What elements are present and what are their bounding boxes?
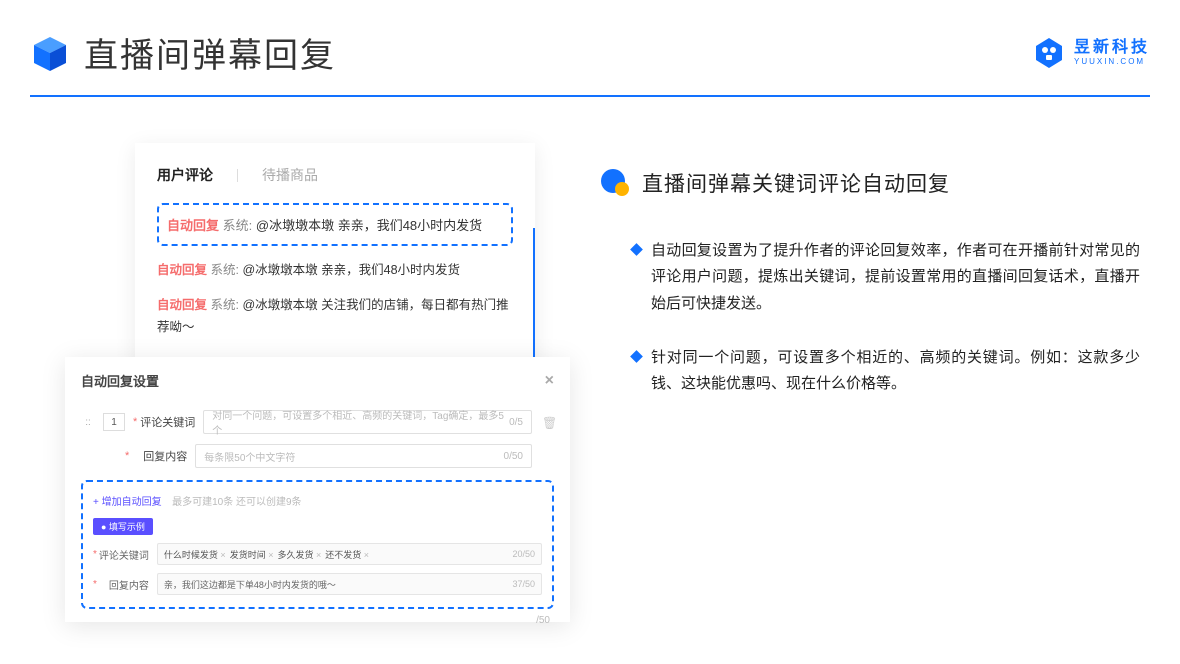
bullet-text: 自动回复设置为了提升作者的评论回复效率，作者可在开播前针对常见的评论用户问题，提… — [651, 238, 1140, 317]
close-icon[interactable]: × — [545, 372, 554, 390]
rule-index: 1 — [103, 413, 125, 431]
char-count: 0/50 — [504, 451, 523, 462]
brand-name-en: YUUXIN.COM — [1074, 58, 1150, 66]
comment-row: 自动回复 系统: @冰墩墩本墩 关注我们的店铺，每日都有热门推荐呦～ — [157, 295, 513, 338]
bullet-text: 针对同一个问题，可设置多个相近的、高频的关键词。例如：这款多少钱、这块能优惠吗、… — [651, 345, 1140, 398]
reply-body: @冰墩墩本墩 亲亲，我们48小时内发货 — [256, 218, 482, 233]
reply-input[interactable]: 每条限50个中文字符 0/50 — [195, 444, 532, 468]
add-rule-hint: 最多可建10条 还可以创建9条 — [172, 497, 301, 508]
keyword-label: 评论关键词 — [139, 414, 195, 430]
cube-icon — [30, 33, 70, 73]
add-rule-link[interactable]: + 增加自动回复 — [93, 497, 162, 508]
description-section: 直播间弹幕关键词评论自动回复 自动回复设置为了提升作者的评论回复效率，作者可在开… — [600, 168, 1140, 425]
char-count: 20/50 — [512, 549, 535, 559]
reply-label: 回复内容 — [131, 448, 187, 464]
screenshot-illustration: 用户评论 待播商品 自动回复 系统: @冰墩墩本墩 亲亲，我们48小时内发货 自… — [65, 135, 570, 625]
keyword-tag: 发货时间 — [230, 548, 274, 561]
keyword-input[interactable]: 对同一个问题，可设置多个相近、高频的关键词，Tag确定，最多5个 0/5 — [203, 410, 532, 434]
brand-logo: 昱新科技 YUUXIN.COM — [1032, 36, 1150, 70]
auto-reply-tag: 自动回复 — [157, 263, 207, 277]
reply-row: * 回复内容 每条限50个中文字符 0/50 — [81, 444, 554, 468]
tail-count: /50 — [81, 615, 554, 626]
diamond-bullet-icon — [630, 243, 643, 256]
reply-body: @冰墩墩本墩 亲亲，我们48小时内发货 — [242, 263, 460, 277]
diamond-bullet-icon — [630, 350, 643, 363]
bullet-item: 自动回复设置为了提升作者的评论回复效率，作者可在开播前针对常见的评论用户问题，提… — [600, 238, 1140, 317]
page-title: 直播间弹幕回复 — [84, 28, 336, 77]
bullet-item: 针对同一个问题，可设置多个相近的、高频的关键词。例如：这款多少钱、这块能优惠吗、… — [600, 345, 1140, 398]
system-label: 系统: — [211, 263, 239, 277]
auto-reply-tag: 自动回复 — [157, 298, 207, 312]
chat-bubble-icon — [600, 168, 630, 198]
section-heading: 直播间弹幕关键词评论自动回复 — [642, 168, 950, 198]
example-box: + 增加自动回复 最多可建10条 还可以创建9条 ● 填写示例 * 评论关键词 … — [81, 480, 554, 609]
example-keyword-row: * 评论关键词 什么时候发货 发货时间 多久发货 还不发货 20/50 — [93, 543, 542, 565]
tab-pending-products[interactable]: 待播商品 — [262, 165, 318, 185]
system-label: 系统: — [211, 298, 239, 312]
required-dot-icon: * — [93, 549, 97, 560]
required-dot-icon: * — [125, 450, 129, 462]
brand-name-cn: 昱新科技 — [1074, 40, 1150, 56]
example-badge: ● 填写示例 — [93, 518, 153, 535]
example-reply-field[interactable]: 亲，我们这边都是下单48小时内发货的哦～ 37/50 — [157, 573, 542, 595]
input-placeholder: 对同一个问题，可设置多个相近、高频的关键词，Tag确定，最多5个 — [212, 407, 509, 437]
system-label: 系统: — [223, 218, 253, 233]
drag-handle-icon[interactable]: :: — [81, 417, 95, 428]
keyword-tag: 还不发货 — [325, 548, 369, 561]
required-dot-icon: * — [93, 579, 97, 590]
example-reply-text: 亲，我们这边都是下单48小时内发货的哦～ — [164, 578, 336, 591]
settings-title: 自动回复设置 — [81, 371, 159, 390]
keyword-tag: 多久发货 — [277, 548, 321, 561]
keyword-tag: 什么时候发货 — [164, 548, 226, 561]
brand-mark-icon — [1032, 36, 1066, 70]
char-count: 37/50 — [512, 579, 535, 589]
keyword-row: :: 1 * 评论关键词 对同一个问题，可设置多个相近、高频的关键词，Tag确定… — [81, 410, 554, 434]
example-keyword-label: 评论关键词 — [99, 547, 149, 562]
delete-icon[interactable]: 🗑 — [542, 416, 554, 428]
auto-reply-settings-panel: 自动回复设置 × :: 1 * 评论关键词 对同一个问题，可设置多个相近、高频的… — [65, 357, 570, 622]
example-reply-label: 回复内容 — [99, 577, 149, 592]
example-keyword-field[interactable]: 什么时候发货 发货时间 多久发货 还不发货 20/50 — [157, 543, 542, 565]
comment-row: 自动回复 系统: @冰墩墩本墩 亲亲，我们48小时内发货 — [157, 260, 513, 281]
header-bar: 直播间弹幕回复 昱新科技 YUUXIN.COM — [30, 28, 1150, 97]
auto-reply-tag: 自动回复 — [167, 218, 219, 233]
example-reply-row: * 回复内容 亲，我们这边都是下单48小时内发货的哦～ 37/50 — [93, 573, 542, 595]
char-count: 0/5 — [509, 417, 523, 428]
highlighted-auto-reply: 自动回复 系统: @冰墩墩本墩 亲亲，我们48小时内发货 — [157, 203, 513, 246]
tab-separator — [237, 169, 238, 182]
comment-panel: 用户评论 待播商品 自动回复 系统: @冰墩墩本墩 亲亲，我们48小时内发货 自… — [135, 143, 535, 373]
input-placeholder: 每条限50个中文字符 — [204, 449, 295, 464]
tab-user-comments[interactable]: 用户评论 — [157, 165, 213, 185]
required-dot-icon: * — [133, 416, 137, 428]
